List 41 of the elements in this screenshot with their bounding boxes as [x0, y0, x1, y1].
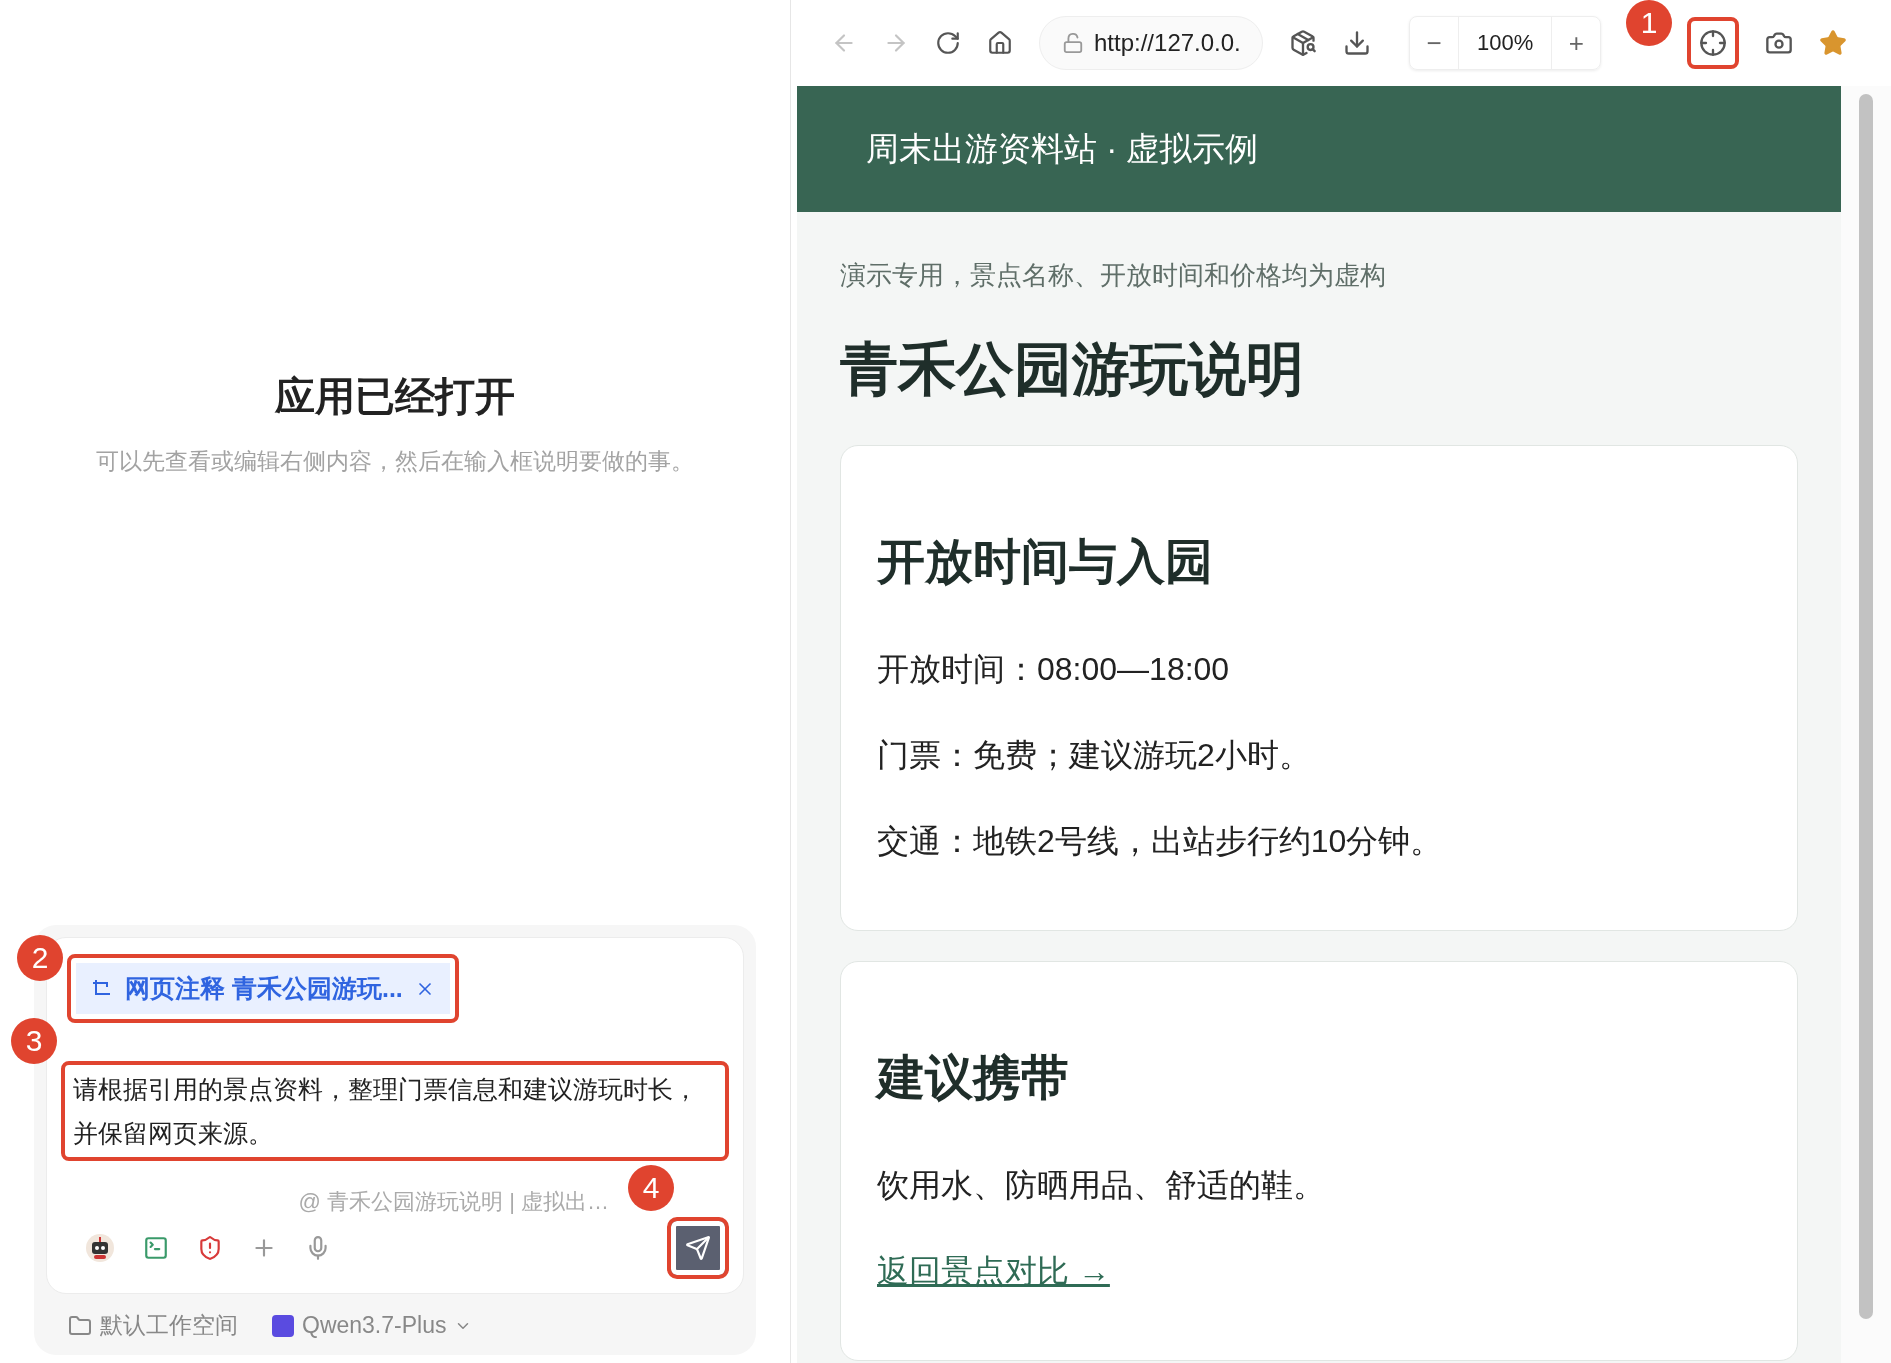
star-icon[interactable]: [1819, 29, 1848, 57]
home-icon[interactable]: [987, 30, 1013, 56]
disclaimer-text: 演示专用，景点名称、开放时间和价格均为虚构: [840, 259, 1387, 292]
unlocked-padlock-icon: [1062, 32, 1084, 54]
card-text: 饮用水、防晒用品、舒适的鞋。: [877, 1166, 1326, 1205]
zoom-in-button[interactable]: +: [1552, 17, 1601, 69]
paper-plane-icon: [685, 1235, 711, 1261]
annotation-marker: 1: [1626, 0, 1672, 46]
card-title: 开放时间与入园: [877, 534, 1214, 590]
reference-chip[interactable]: 网页注释 青禾公园游玩...: [67, 954, 459, 1023]
url-text: http://127.0.0.: [1094, 29, 1241, 57]
app-title: 应用已经打开: [275, 372, 515, 420]
crosshair-icon: [1699, 29, 1728, 57]
card-text: 开放时间：08:00—18:00: [877, 650, 1231, 689]
context-hint: @ 青禾公园游玩说明 | 虚拟出…: [298, 1188, 609, 1216]
send-button[interactable]: [667, 1217, 729, 1279]
back-link[interactable]: 返回景点对比 →: [877, 1250, 1110, 1294]
annotation-marker: 3: [11, 1018, 57, 1064]
app-subtitle: 可以先查看或编辑右侧内容，然后在输入框说明要做的事。: [96, 446, 694, 476]
model-logo-icon: [272, 1314, 294, 1337]
site-title: 周末出游资料站 · 虚拟示例: [866, 128, 1259, 169]
crosshair-button[interactable]: [1687, 17, 1740, 69]
package-search-icon[interactable]: [1289, 29, 1317, 57]
scrollbar-thumb[interactable]: [1859, 94, 1873, 1319]
page-heading: 青禾公园游玩说明: [840, 335, 1305, 403]
folder-icon: [68, 1313, 92, 1338]
zoom-level: 100%: [1458, 17, 1553, 69]
shield-alert-icon[interactable]: [197, 1235, 223, 1261]
model-selector[interactable]: Qwen3.7-Plus: [302, 1312, 447, 1339]
card-title: 建议携带: [877, 1050, 1070, 1106]
message-field[interactable]: 请根据引用的景点资料，整理门票信息和建议游玩时长，并保留网页来源。: [61, 1061, 729, 1161]
download-icon[interactable]: [1343, 29, 1371, 57]
zoom-out-button[interactable]: −: [1410, 17, 1458, 69]
card-text: 交通：地铁2号线，出站步行约10分钟。: [877, 822, 1444, 861]
reload-icon[interactable]: [935, 30, 961, 56]
address-bar[interactable]: http://127.0.0.: [1039, 16, 1263, 70]
workspace-selector[interactable]: 默认工作空间: [100, 1310, 238, 1341]
card-text: 门票：免费；建议游玩2小时。: [877, 736, 1312, 775]
terminal-icon[interactable]: [143, 1235, 169, 1261]
annotation-marker: 2: [17, 935, 63, 981]
robot-avatar-icon: [85, 1233, 115, 1263]
